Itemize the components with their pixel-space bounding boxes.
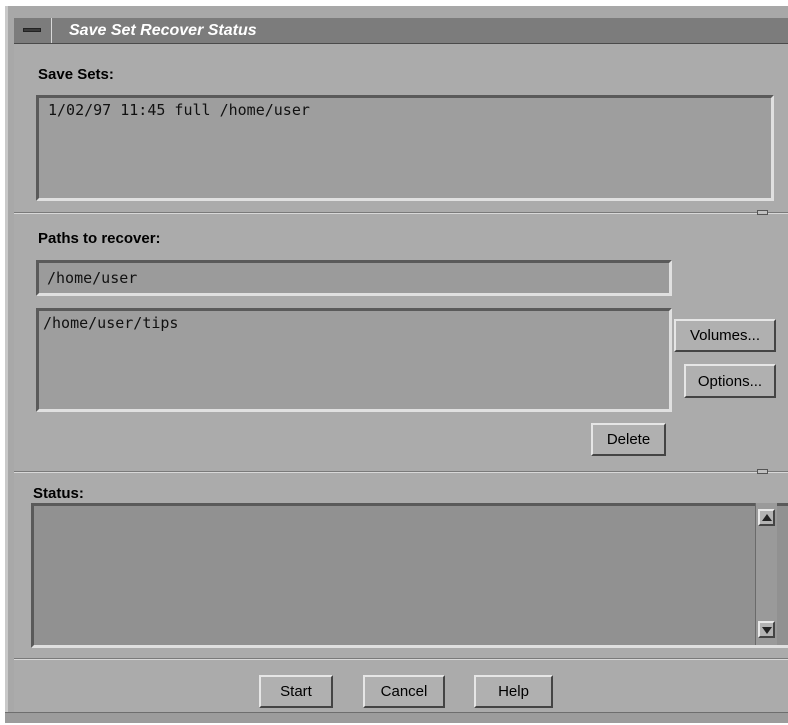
status-text-area[interactable]	[31, 503, 788, 648]
delete-button[interactable]: Delete	[591, 423, 666, 456]
save-sets-label: Save Sets:	[38, 66, 114, 83]
status-scrollbar[interactable]	[755, 503, 777, 645]
scroll-down-arrow-icon[interactable]	[758, 621, 775, 638]
window-titlebar[interactable]: Save Set Recover Status	[14, 18, 788, 44]
window-title: Save Set Recover Status	[69, 22, 257, 39]
window-bottom-border	[5, 712, 788, 723]
pane-separator	[14, 212, 788, 214]
paths-list[interactable]: /home/user/tips	[36, 308, 672, 412]
paths-list-item[interactable]: /home/user/tips	[43, 314, 178, 332]
scroll-up-arrow-icon[interactable]	[758, 509, 775, 526]
cancel-button[interactable]: Cancel	[363, 675, 445, 708]
status-label: Status:	[33, 485, 84, 502]
help-button[interactable]: Help	[474, 675, 553, 708]
volumes-button[interactable]: Volumes...	[674, 319, 776, 352]
dialog-body: Save Sets: 1/02/97 11:45 full /home/user…	[14, 44, 788, 712]
path-input[interactable]: /home/user	[36, 260, 672, 296]
paths-to-recover-label: Paths to recover:	[38, 230, 161, 247]
save-sets-list-item[interactable]: 1/02/97 11:45 full /home/user	[48, 101, 310, 119]
pane-sash-handle[interactable]	[757, 469, 768, 474]
path-input-value: /home/user	[47, 269, 138, 287]
pane-sash-handle[interactable]	[757, 210, 768, 215]
pane-separator	[14, 471, 788, 473]
footer-separator	[14, 658, 788, 660]
options-button[interactable]: Options...	[684, 364, 776, 398]
window-menu-icon	[23, 28, 41, 32]
window-menu-button[interactable]	[14, 18, 52, 43]
save-sets-list[interactable]: 1/02/97 11:45 full /home/user	[36, 95, 774, 201]
start-button[interactable]: Start	[259, 675, 333, 708]
